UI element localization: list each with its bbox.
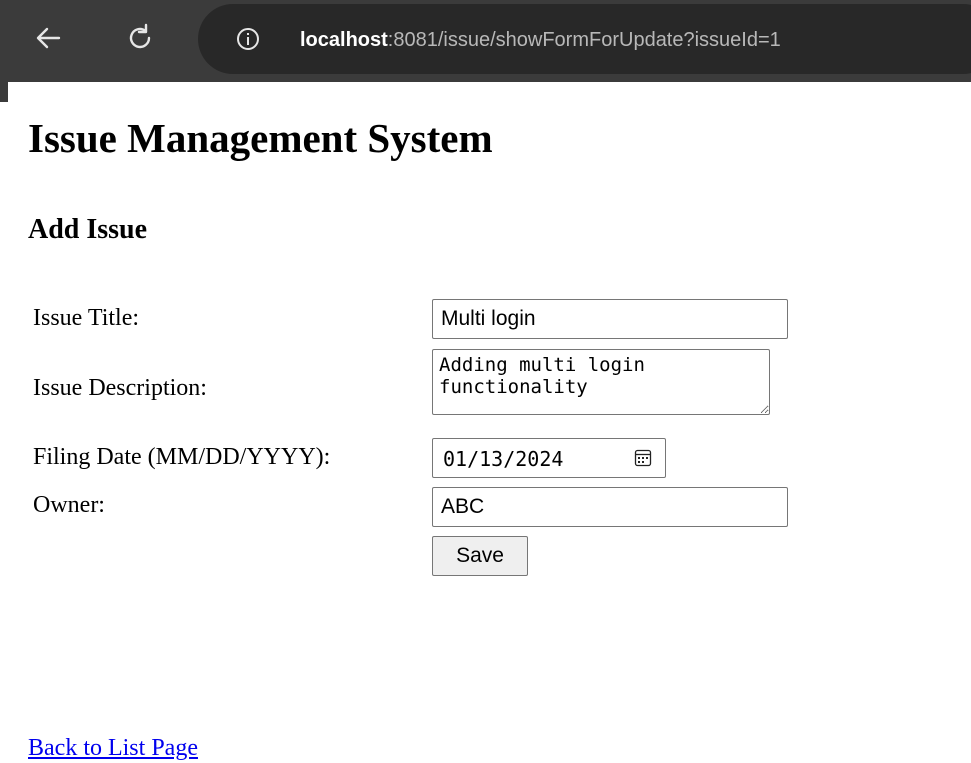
page-title: Issue Management System xyxy=(28,115,493,161)
issue-title-label: Issue Title: xyxy=(33,305,140,331)
owner-label: Owner: xyxy=(33,492,105,518)
issue-title-input[interactable] xyxy=(432,299,788,339)
url-text[interactable]: localhost:8081/issue/showFormForUpdate?i… xyxy=(300,26,781,54)
issue-description-label: Issue Description: xyxy=(33,375,207,401)
filing-date-value: 01/13/2024 xyxy=(443,447,564,471)
reload-icon xyxy=(129,23,151,49)
owner-input[interactable] xyxy=(432,487,788,527)
reload-button[interactable] xyxy=(122,20,158,56)
calendar-icon[interactable] xyxy=(633,448,653,468)
info-icon[interactable] xyxy=(236,27,260,51)
back-button[interactable] xyxy=(30,20,66,56)
save-button[interactable]: Save xyxy=(432,536,528,576)
filing-date-label: Filing Date (MM/DD/YYYY): xyxy=(33,444,331,470)
url-host: localhost xyxy=(300,29,388,51)
form-heading: Add Issue xyxy=(28,214,148,245)
browser-toolbar: localhost:8081/issue/showFormForUpdate?i… xyxy=(0,0,971,82)
filing-date-input[interactable]: 01/13/2024 xyxy=(432,438,666,478)
chrome-corner xyxy=(0,82,8,102)
url-path: :8081/issue/showFormForUpdate?issueId=1 xyxy=(387,29,781,51)
back-to-list-link[interactable]: Back to List Page xyxy=(28,735,198,762)
page-content xyxy=(8,82,971,763)
back-arrow-icon xyxy=(36,27,61,49)
issue-description-textarea[interactable]: Adding multi login functionality xyxy=(432,349,770,415)
